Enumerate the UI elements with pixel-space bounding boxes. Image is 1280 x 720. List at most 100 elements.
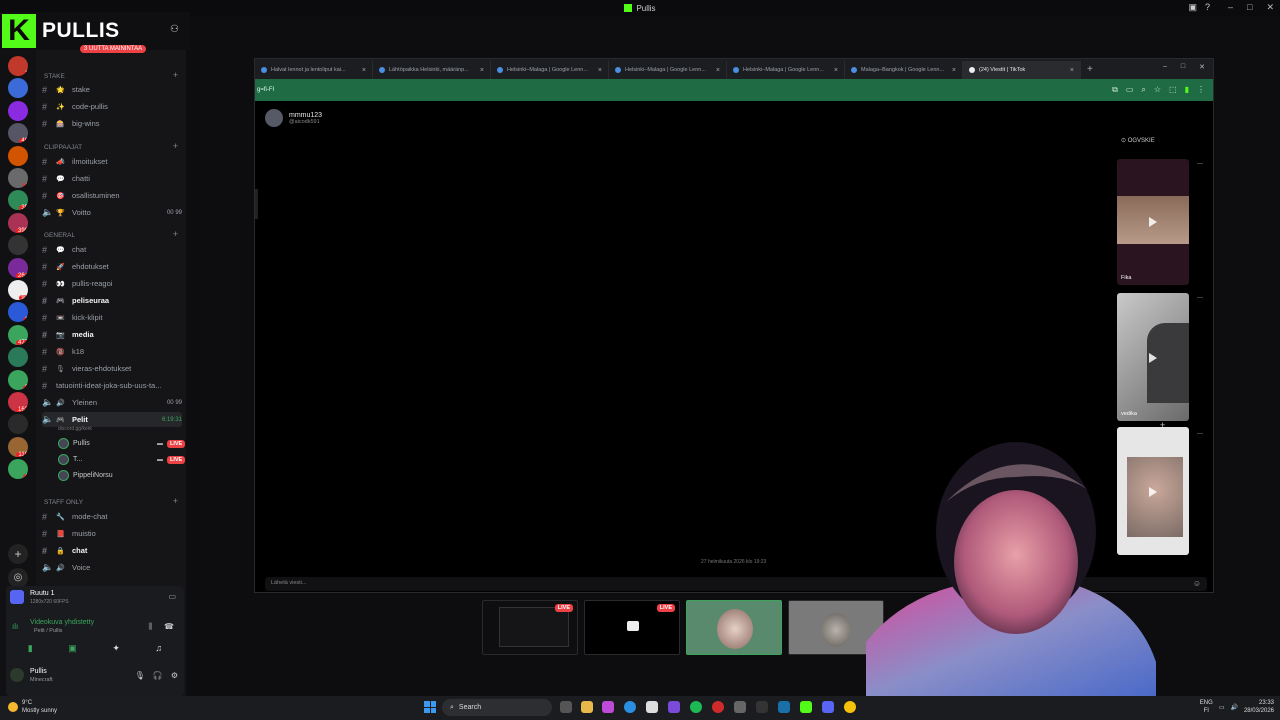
close-tab-icon[interactable]: × (362, 67, 366, 74)
new-tab-icon[interactable]: + (1081, 64, 1099, 75)
gear-icon[interactable]: ⚙ (171, 671, 178, 680)
headphones-icon[interactable]: 🎧 (153, 671, 163, 680)
server-icon[interactable] (8, 235, 28, 256)
server-icon[interactable]: 91 (8, 280, 28, 300)
channel-ilmoitukset[interactable]: # 📣 ilmoitukset (42, 154, 182, 169)
channel-chat[interactable]: # 🔒 chat (42, 543, 182, 558)
chrome-icon[interactable] (844, 701, 856, 713)
close-button[interactable]: ✕ (1199, 63, 1205, 71)
steam-icon[interactable] (778, 701, 790, 713)
copilot-icon[interactable] (602, 701, 614, 713)
channel-vieras-ehdotukset[interactable]: # 🎙 vieras-ehdotukset (42, 361, 182, 376)
server-icon[interactable] (8, 78, 28, 99)
server-icon[interactable]: 4 (8, 459, 28, 480)
stream-thumbnail-3[interactable] (686, 600, 782, 655)
channel-mode-chat[interactable]: # 🔧 mode-chat (42, 509, 182, 524)
server-icon[interactable]: 398 (8, 212, 28, 233)
popout-icon[interactable]: ▭ (168, 592, 176, 601)
disconnect-icon[interactable]: ☎ (164, 622, 174, 631)
address-bar[interactable]: g=fi-FI ⧉ ▭ ⌕ ☆ ⬚ ▮ ⋮ (255, 79, 1213, 101)
add-channel-icon[interactable]: + (173, 229, 178, 239)
channel-k18[interactable]: # 🔞 k18 (42, 344, 182, 359)
server-icon[interactable]: 163 (8, 392, 28, 412)
volume-icon[interactable]: 🔊 (1230, 704, 1237, 711)
server-icon[interactable]: 35 (8, 190, 28, 211)
channel-big-wins[interactable]: # 🎰 big-wins (42, 116, 182, 131)
server-icon[interactable]: 2 (8, 369, 28, 390)
close-tab-icon[interactable]: × (834, 67, 838, 74)
store-icon[interactable] (646, 701, 658, 713)
close-button[interactable]: ✕ (1266, 2, 1274, 13)
add-server-icon[interactable]: + (8, 544, 28, 564)
channel-pullis-reagoi[interactable]: # 👀 pullis-reagoi (42, 276, 182, 291)
kick-icon[interactable] (800, 701, 812, 713)
add-channel-icon[interactable]: + (173, 70, 178, 80)
discord-icon[interactable] (822, 701, 834, 713)
server-icon[interactable]: 4 (8, 168, 28, 188)
voice-user[interactable]: PippeliNorsu (58, 470, 153, 481)
mic-icon[interactable]: 🎙 (135, 671, 145, 680)
url-text[interactable]: g=fi-FI (257, 87, 274, 93)
noise-suppression-icon[interactable]: ⫼ (148, 622, 152, 632)
app-icon[interactable] (756, 701, 768, 713)
spotify-icon[interactable] (690, 701, 702, 713)
voice-user[interactable]: T... ▬ LIVE (58, 454, 186, 465)
browser-tab[interactable]: Helsinki–Malaga | Google Lenn... × (491, 61, 609, 79)
clock[interactable]: 23:33 28/03/2026 (1244, 699, 1274, 715)
language-indicator[interactable]: ENG FI (1200, 699, 1213, 715)
zoom-icon[interactable]: ⌕ (1141, 85, 1145, 95)
add-channel-icon[interactable]: + (173, 496, 178, 506)
cast-icon[interactable]: ▭ (1126, 85, 1134, 95)
channel-osallistuminen[interactable]: # 🎯 osallistuminen (42, 188, 182, 203)
channel-peliseur-a[interactable]: # 🎮 peliseurаa (42, 293, 182, 308)
opera-icon[interactable] (712, 701, 724, 713)
channel-voice[interactable]: 🔈 🔊 Voice (42, 560, 182, 575)
channel-chatti[interactable]: # 💬 chatti (42, 171, 182, 186)
app-icon[interactable] (734, 701, 746, 713)
server-icon[interactable]: 46 (8, 123, 28, 144)
channel-media[interactable]: # 📷 media (42, 327, 182, 342)
more-icon[interactable]: — (1197, 161, 1203, 167)
avatar[interactable] (265, 109, 283, 127)
close-tab-icon[interactable]: × (598, 67, 602, 74)
channel-stake[interactable]: # 🌟 stake (42, 82, 182, 97)
browser-tab[interactable]: Helsinki–Malaga | Google Lenn... × (727, 61, 845, 79)
channel-ehdotukset[interactable]: # 🚀 ehdotukset (42, 259, 182, 274)
browser-tab[interactable]: Helsinki–Malaga | Google Lenn... × (609, 61, 727, 79)
explore-icon[interactable]: ◎ (8, 568, 28, 588)
shared-video-1[interactable]: Fika (1117, 159, 1189, 285)
server-icon[interactable]: 1 (8, 302, 28, 323)
translate-icon[interactable]: ⧉ (1112, 85, 1118, 95)
soundboard-button[interactable]: ♫ (155, 643, 162, 657)
voice-channel-voitto[interactable]: 🔈 🏆 Voitto 00 99 (42, 205, 182, 220)
inbox-icon[interactable]: ▣ (1188, 2, 1197, 13)
category-clippaajat[interactable]: CLIPPAAJAT (44, 144, 82, 151)
channel-kick-klipit[interactable]: # 📼 kick-klipit (42, 310, 182, 325)
maximize-button[interactable]: □ (1181, 63, 1185, 71)
browser-tab[interactable]: Lähtöpaikka Helsinki, määränp... × (373, 61, 491, 79)
server-icon[interactable]: 477 (8, 324, 28, 345)
voice-user[interactable]: Pullis ▬ LIVE (58, 438, 186, 449)
menu-icon[interactable]: ⋮ (1197, 85, 1205, 95)
channel-muistio[interactable]: # 📕 muistio (42, 526, 182, 541)
category-stake[interactable]: Stake (44, 73, 65, 80)
screen-share-button[interactable]: ▣ (68, 643, 77, 657)
browser-tab[interactable]: (24) Viestit | TikTok × (963, 61, 1081, 79)
windows-start-icon[interactable] (424, 701, 436, 713)
emoji-icon[interactable]: ☺ (1193, 579, 1201, 588)
stream-thumbnail-2[interactable]: LIVE (584, 600, 680, 655)
avatar[interactable] (10, 668, 24, 682)
close-tab-icon[interactable]: × (716, 67, 720, 74)
minimize-button[interactable]: – (1228, 2, 1233, 13)
server-icon[interactable] (8, 347, 28, 368)
close-tab-icon[interactable]: × (480, 67, 484, 74)
server-icon[interactable]: 264 (8, 257, 28, 278)
mentions-badge[interactable]: 3 UUTTA MAININTAA (80, 45, 147, 53)
file-explorer-icon[interactable] (581, 701, 593, 713)
task-view-icon[interactable] (560, 701, 572, 713)
camera-button[interactable]: ▮ (28, 643, 33, 657)
browser-tab[interactable]: Halvat lennot ja lentoliput kai... × (255, 61, 373, 79)
kick-extension-icon[interactable]: ▮ (1185, 85, 1189, 95)
channel-code-pullis[interactable]: # ✨ code-pullis (42, 99, 182, 114)
server-icon[interactable] (8, 145, 28, 166)
